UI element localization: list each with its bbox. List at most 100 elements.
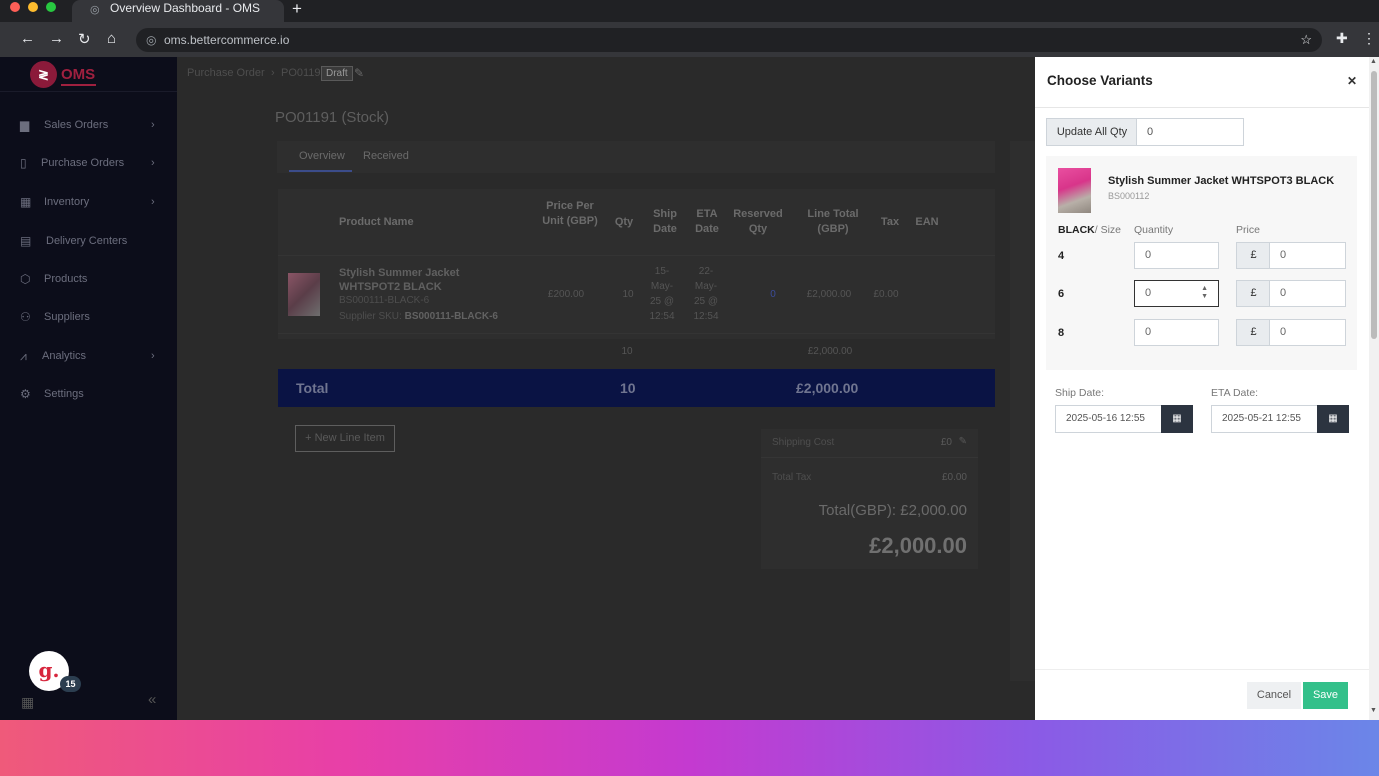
quantity-input-size-4[interactable]: 0 [1134,242,1219,269]
calendar-icon[interactable]: ▦ [1317,405,1349,433]
price-input-size-6[interactable]: 0 [1269,280,1346,307]
col-qty: Qty [614,216,634,228]
sidebar-item-label: Purchase Orders [41,157,125,169]
variant-product-name: Stylish Summer Jacket WHTSPOT3 BLACK [1108,175,1335,187]
sidebar-item-label: Delivery Centers [46,235,128,247]
variant-product-sku: BS000112 [1108,191,1150,201]
size-label: / Size [1094,224,1122,236]
row-reserved-qty[interactable]: 0 [763,287,783,302]
edit-shipping-icon[interactable]: ✎ [959,436,967,447]
modal-scrollbar[interactable]: ▲ ▼ [1369,57,1379,720]
bookmark-star-icon[interactable]: ☆ [1300,28,1312,52]
breadcrumb-separator: › [271,67,275,79]
sidebar-item-label: Products [44,273,88,285]
breadcrumb-purchase-order[interactable]: Purchase Order [187,67,265,79]
price-column-header: Price [1236,224,1260,236]
sidebar-item-purchase-orders[interactable]: ▯ Purchase Orders › [0,151,177,175]
browser-menu-icon[interactable]: ⋮ [1362,30,1376,47]
sidebar-item-delivery-centers[interactable]: ▤ Delivery Centers [0,229,177,253]
col-product-name: Product Name [339,216,414,228]
sidebar-item-analytics[interactable]: ⩘ Analytics › [0,344,177,368]
gear-icon: ⚙ [20,387,31,401]
calendar-icon[interactable]: ▦ [1161,405,1193,433]
chart-icon: ⩘ [20,349,27,363]
product-sku: BS000111-BLACK-6 [339,295,430,306]
sidebar-item-label: Inventory [44,196,90,208]
collapse-sidebar-icon[interactable]: « [148,691,156,708]
url-text: oms.bettercommerce.io [164,33,290,47]
close-window-button[interactable] [10,2,20,12]
maximize-window-button[interactable] [46,2,56,12]
sidebar-item-suppliers[interactable]: ⚇ Suppliers [0,305,177,329]
product-name[interactable]: Stylish Summer Jacket WHTSPOT2 BLACK [339,266,519,294]
reload-icon[interactable]: ↻ [78,30,91,48]
scroll-down-icon[interactable]: ▼ [1370,707,1377,714]
sidebar-item-settings[interactable]: ⚙ Settings [0,382,177,406]
size-6-label: 6 [1058,288,1065,300]
line-items-table: Product Name Price Per Unit (GBP) Qty Sh… [278,189,995,339]
chevron-right-icon: › [151,350,155,362]
update-all-qty-button[interactable]: Update All Qty [1046,118,1137,146]
users-icon: ⚇ [20,310,31,324]
col-eta-date: ETA Date [695,208,719,235]
cube-icon: ⬡ [20,272,31,286]
tab-overview[interactable]: Overview [299,150,345,162]
total-label: Total [296,380,329,396]
truck-icon: ▆ [20,118,30,132]
back-arrow-icon[interactable]: ← [20,30,35,47]
notification-count-badge: 15 [60,676,81,692]
address-bar[interactable]: ◎ oms.bettercommerce.io ☆ [136,28,1322,52]
browser-toolbar: ← → ↻ ⌂ ◎ oms.bettercommerce.io ☆ ✚ ⋮ [0,22,1379,57]
page-title: PO01191 (Stock) [275,109,389,126]
site-info-icon[interactable]: ◎ [146,28,156,52]
browser-tab[interactable]: ◎ Overview Dashboard - OMS [72,0,284,22]
close-icon[interactable]: ✕ [1347,74,1357,88]
quantity-stepper-size-6[interactable]: 0 ▲ ▼ [1134,280,1219,307]
total-tax-value: £0.00 [941,472,967,483]
supplier-sku-label: Supplier SKU: [339,311,402,322]
sidebar-item-products[interactable]: ⬡ Products [0,267,177,291]
sidebar-item-label: Sales Orders [44,119,109,131]
minimize-window-button[interactable] [28,2,38,12]
price-input-size-8[interactable]: 0 [1269,319,1346,346]
currency-addon: £ [1236,242,1270,269]
cancel-button[interactable]: Cancel [1247,682,1301,709]
row-tax: £0.00 [873,289,899,300]
sidebar-item-inventory[interactable]: ▦ Inventory › [0,190,177,214]
shipping-cost-value: £0 [940,437,952,448]
currency-addon: £ [1236,319,1270,346]
quantity-column-header: Quantity [1134,224,1174,236]
app: ≷ OMS ▆ Sales Orders › ▯ Purchase Orders… [0,57,1379,720]
logo-mark-icon: ≷ [30,61,57,88]
order-summary: Shipping Cost £0 ✎ Total Tax £0.00 Total… [761,429,978,569]
ship-date-input[interactable]: 2025-05-16 12:55 [1055,405,1162,433]
total-amount: £2,000.00 [796,380,859,396]
apps-grid-icon[interactable]: ▦ [21,694,34,711]
supplier-sku: Supplier SKU: BS000111-BLACK-6 [339,311,498,322]
grand-total: £2,000.00 [869,533,967,558]
home-icon[interactable]: ⌂ [107,30,116,47]
new-line-item-button[interactable]: + New Line Item [295,425,395,452]
boxes-icon: ▦ [20,195,32,209]
save-button[interactable]: Save [1303,682,1348,709]
supplier-sku-value: BS000111-BLACK-6 [404,311,498,322]
extensions-icon[interactable]: ✚ [1336,30,1348,47]
sidebar-item-sales-orders[interactable]: ▆ Sales Orders › [0,113,177,137]
price-input-size-4[interactable]: 0 [1269,242,1346,269]
variant-card: Stylish Summer Jacket WHTSPOT3 BLACK BS0… [1046,156,1357,370]
eta-date-input[interactable]: 2025-05-21 12:55 [1211,405,1318,433]
document-icon: ▯ [20,156,27,170]
scrollbar-thumb[interactable] [1371,71,1377,339]
edit-icon[interactable]: ✎ [354,66,364,80]
stepper-arrows-icon[interactable]: ▲ ▼ [1201,285,1208,301]
new-tab-button[interactable]: + [292,0,302,19]
update-all-qty-input[interactable]: 0 [1136,118,1244,146]
col-ean: EAN [915,216,939,228]
status-badge: Draft [321,66,353,81]
row-ship-date: 15-May-25 @ 12:54 [649,266,675,322]
tab-received[interactable]: Received [363,150,409,162]
col-tax: Tax [880,216,900,228]
scroll-up-icon[interactable]: ▲ [1370,58,1377,65]
forward-arrow-icon[interactable]: → [49,30,64,47]
quantity-input-size-8[interactable]: 0 [1134,319,1219,346]
